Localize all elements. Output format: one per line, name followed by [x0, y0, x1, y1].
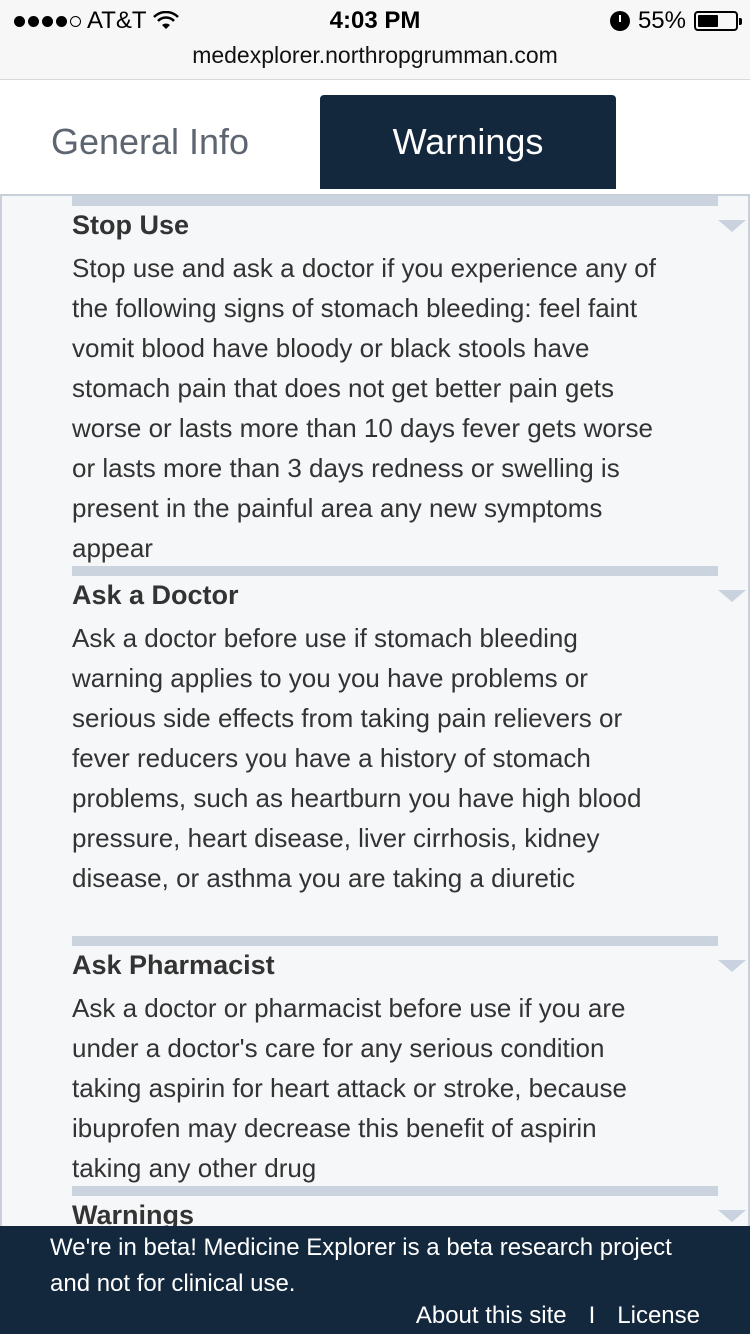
url-bar[interactable]: medexplorer.northropgrumman.com	[0, 40, 750, 80]
license-link[interactable]: License	[617, 1302, 700, 1330]
chevron-down-icon[interactable]	[718, 590, 746, 602]
section-body: Ask a doctor before use if stomach bleed…	[72, 623, 642, 893]
section-divider	[72, 196, 718, 206]
beta-banner: We're in beta! Medicine Explorer is a be…	[0, 1226, 750, 1334]
battery-percent: 55%	[637, 7, 686, 34]
section-divider	[72, 566, 718, 576]
status-bar: AT&T 4:03 PM 55%	[0, 0, 750, 40]
section-divider	[72, 1186, 718, 1196]
tab-general-info[interactable]: General Info	[0, 95, 300, 189]
battery-fill	[698, 15, 718, 27]
section-title[interactable]: Ask a Doctor	[72, 580, 239, 611]
alarm-icon	[609, 11, 630, 31]
section-title[interactable]: Stop Use	[72, 210, 189, 241]
section-body: Stop use and ask a doctor if you experie…	[72, 253, 656, 563]
chevron-down-icon[interactable]	[718, 220, 746, 232]
tab-warnings[interactable]: Warnings	[320, 95, 616, 189]
chevron-down-icon[interactable]	[718, 960, 746, 972]
battery-icon	[694, 11, 742, 31]
about-link[interactable]: About this site	[416, 1302, 567, 1330]
warnings-content[interactable]: Stop Use Stop use and ask a doctor if yo…	[0, 196, 750, 1226]
beta-message: We're in beta! Medicine Explorer is a be…	[50, 1234, 672, 1297]
footer-links: About this site I License	[416, 1302, 700, 1330]
status-right: 55%	[609, 7, 742, 35]
link-separator: I	[588, 1302, 596, 1329]
section-title[interactable]: Warnings	[72, 1200, 194, 1226]
chevron-down-icon[interactable]	[718, 1210, 746, 1222]
section-title[interactable]: Ask Pharmacist	[72, 950, 275, 981]
section-divider	[72, 936, 718, 946]
url-text[interactable]: medexplorer.northropgrumman.com	[192, 42, 558, 68]
tab-bar: General Info Warnings	[0, 80, 750, 196]
section-body: Ask a doctor or pharmacist before use if…	[72, 993, 627, 1183]
